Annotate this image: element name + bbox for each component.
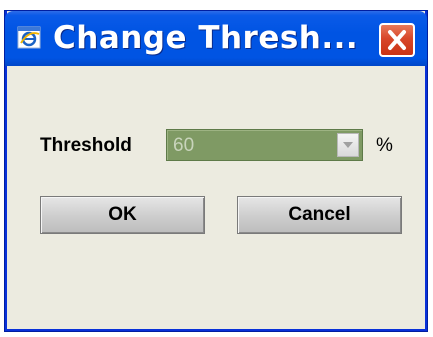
cancel-button[interactable]: Cancel: [237, 196, 402, 234]
close-icon: [388, 30, 406, 50]
close-button[interactable]: [379, 23, 415, 57]
dropdown-button[interactable]: [337, 133, 359, 157]
chevron-down-icon: [343, 142, 353, 148]
ok-button[interactable]: OK: [40, 196, 205, 234]
title-bar[interactable]: Change Thresh...: [5, 11, 427, 66]
ie-window-icon: [17, 24, 44, 51]
threshold-value: 60: [173, 135, 195, 156]
unit-label: %: [376, 135, 393, 156]
threshold-select[interactable]: 60: [166, 129, 363, 161]
dialog-window: Change Thresh...: [5, 11, 427, 331]
window-title: Change Thresh...: [53, 20, 359, 56]
threshold-label: Threshold: [40, 135, 132, 156]
